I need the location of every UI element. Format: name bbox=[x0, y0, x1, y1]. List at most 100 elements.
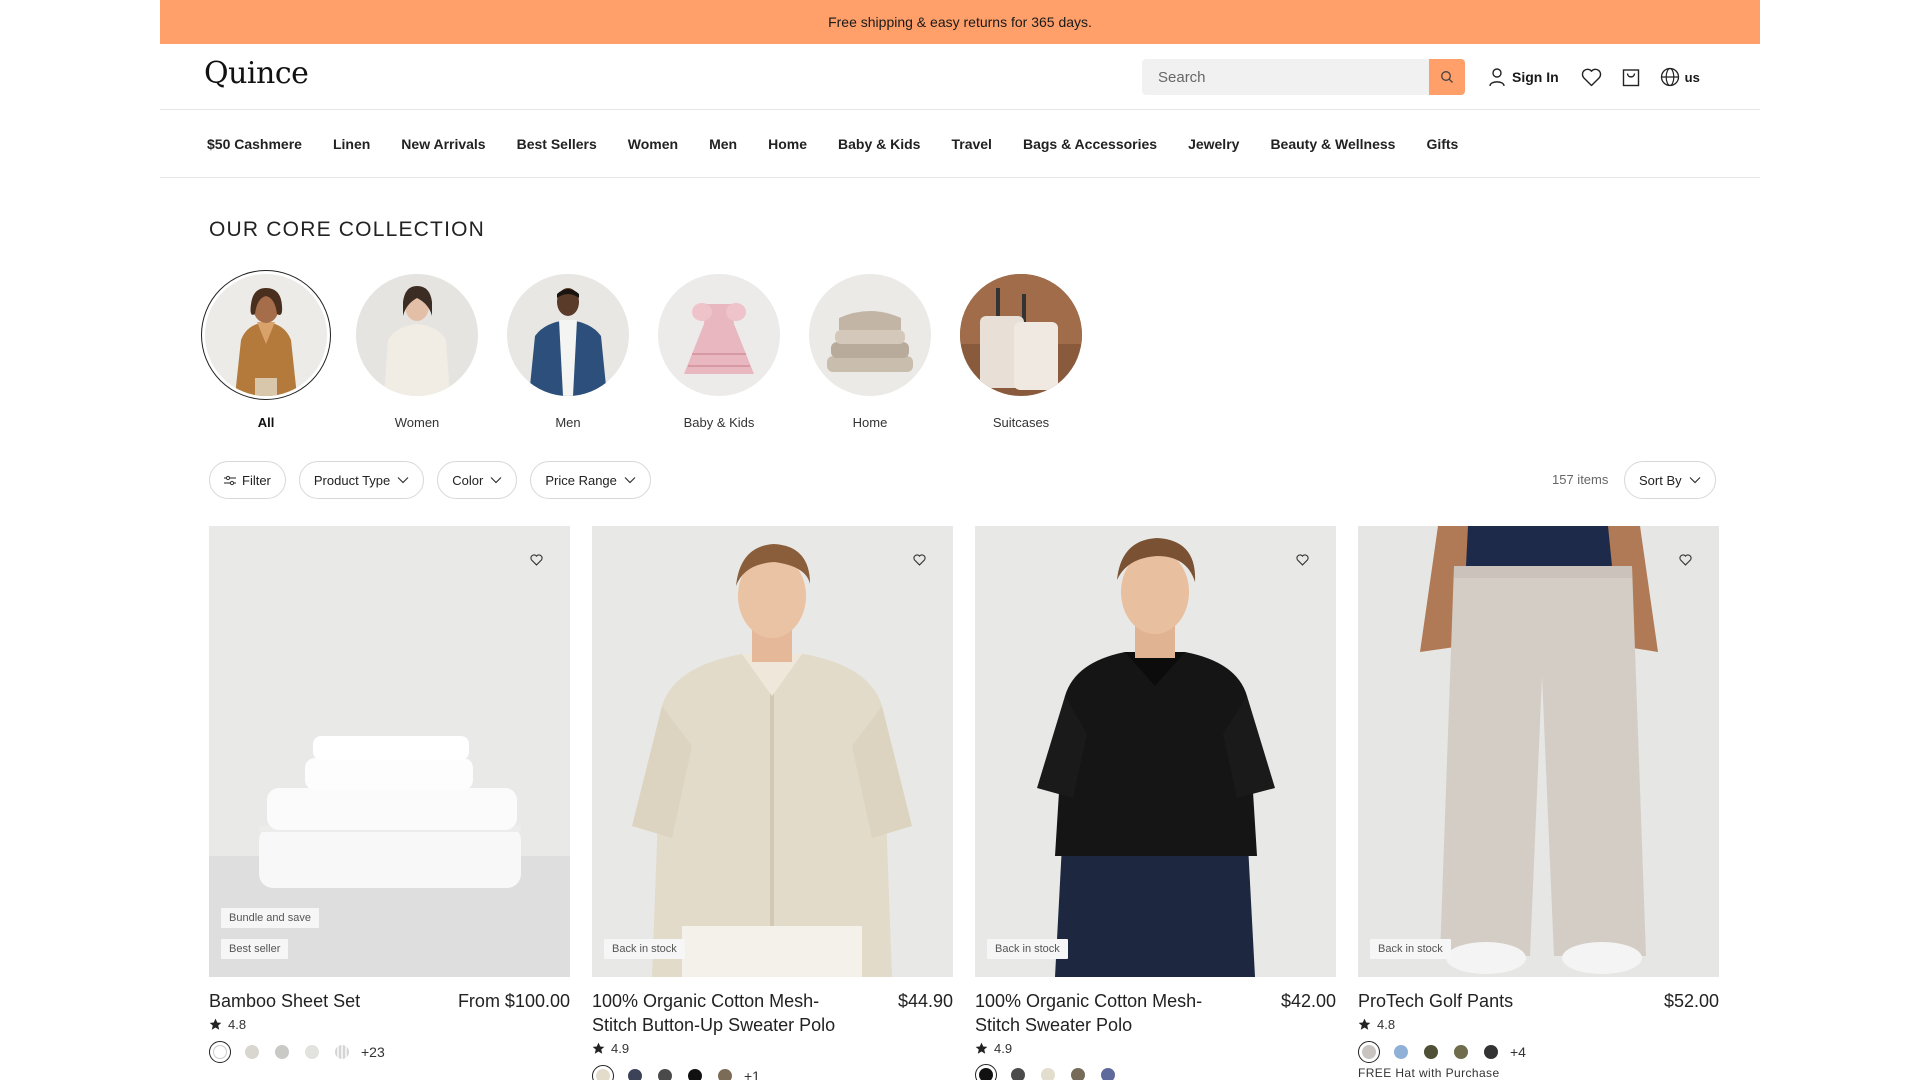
color-swatch[interactable] bbox=[1071, 1068, 1085, 1080]
category-label: Men bbox=[555, 415, 581, 430]
promo-text: Free shipping & easy returns for 365 day… bbox=[828, 14, 1092, 30]
product-name[interactable]: ProTech Golf Pants bbox=[1358, 989, 1628, 1013]
more-colors[interactable]: +23 bbox=[361, 1044, 385, 1060]
price-range-dropdown[interactable]: Price Range bbox=[530, 461, 651, 499]
nav-item-jewelry[interactable]: Jewelry bbox=[1188, 136, 1239, 152]
sign-in-label: Sign In bbox=[1512, 69, 1559, 85]
product-info: ProTech Golf Pants $52.00 4.8 +4 FREE Ha… bbox=[1358, 989, 1719, 1080]
color-swatch[interactable] bbox=[1358, 1041, 1380, 1063]
product-badge: Bundle and save bbox=[221, 908, 319, 928]
chevron-down-icon bbox=[397, 477, 409, 484]
product-image[interactable]: Back in stock bbox=[592, 526, 953, 977]
color-swatch[interactable] bbox=[1394, 1045, 1408, 1059]
nav-item-women[interactable]: Women bbox=[628, 136, 678, 152]
color-dropdown[interactable]: Color bbox=[437, 461, 518, 499]
color-swatch[interactable] bbox=[1424, 1045, 1438, 1059]
color-swatches bbox=[975, 1064, 1336, 1080]
color-swatch[interactable] bbox=[688, 1069, 702, 1080]
color-swatch[interactable] bbox=[209, 1041, 231, 1063]
category-image-baby-kids bbox=[658, 274, 780, 396]
nav-item-gifts[interactable]: Gifts bbox=[1426, 136, 1458, 152]
filter-label: Filter bbox=[242, 472, 271, 488]
color-swatch[interactable] bbox=[628, 1069, 642, 1080]
color-swatches: +1 bbox=[592, 1065, 953, 1080]
nav-item-linen[interactable]: Linen bbox=[333, 136, 370, 152]
nav-item-new-arrivals[interactable]: New Arrivals bbox=[401, 136, 485, 152]
product-card[interactable]: Back in stock ProTech Golf Pants $52.00 … bbox=[1358, 526, 1719, 1080]
wishlist-button[interactable] bbox=[1581, 68, 1602, 87]
more-colors[interactable]: +4 bbox=[1510, 1044, 1526, 1060]
color-swatch[interactable] bbox=[1454, 1045, 1468, 1059]
product-card[interactable]: Back in stock 100% Organic Cotton Mesh-S… bbox=[975, 526, 1336, 1080]
category-label: Suitcases bbox=[992, 415, 1050, 430]
product-price: From $100.00 bbox=[457, 991, 570, 1011]
product-image[interactable]: Back in stock bbox=[1358, 526, 1719, 977]
color-swatch[interactable] bbox=[718, 1069, 732, 1080]
product-type-dropdown[interactable]: Product Type bbox=[298, 461, 425, 499]
color-swatch[interactable] bbox=[1484, 1045, 1498, 1059]
nav-item-baby-kids[interactable]: Baby & Kids bbox=[838, 136, 920, 152]
main-nav: $50 Cashmere Linen New Arrivals Best Sel… bbox=[160, 111, 1760, 178]
product-card[interactable]: Back in stock 100% Organic Cotton Mesh-S… bbox=[592, 526, 953, 1080]
sign-in-button[interactable]: Sign In bbox=[1488, 67, 1559, 87]
items-count: 157 items bbox=[1552, 472, 1609, 487]
category-all[interactable]: All bbox=[201, 270, 331, 430]
search-icon bbox=[1441, 71, 1453, 83]
locale-label: us bbox=[1684, 69, 1700, 85]
product-card[interactable]: Bundle and save Best seller Bamboo Sheet… bbox=[209, 526, 570, 1080]
favorite-button[interactable] bbox=[1292, 550, 1312, 570]
product-image[interactable]: Back in stock bbox=[975, 526, 1336, 977]
color-swatch[interactable] bbox=[1041, 1068, 1055, 1080]
filter-button[interactable]: Filter bbox=[209, 461, 286, 499]
cart-button[interactable] bbox=[1622, 67, 1640, 87]
color-swatch[interactable] bbox=[975, 1064, 997, 1080]
bag-icon bbox=[1622, 69, 1639, 87]
product-name[interactable]: Bamboo Sheet Set bbox=[209, 989, 479, 1013]
product-badge: Best seller bbox=[221, 939, 289, 959]
nav-item-home[interactable]: Home bbox=[768, 136, 807, 152]
product-name[interactable]: 100% Organic Cotton Mesh-Stitch Sweater … bbox=[975, 989, 1245, 1037]
header-actions: Sign In us bbox=[1488, 65, 1700, 89]
sort-by-dropdown[interactable]: Sort By bbox=[1624, 461, 1716, 499]
logo[interactable]: Quince bbox=[204, 56, 309, 91]
favorite-button[interactable] bbox=[909, 550, 929, 570]
color-swatch[interactable] bbox=[245, 1045, 259, 1059]
product-name[interactable]: 100% Organic Cotton Mesh-Stitch Button-U… bbox=[592, 989, 862, 1037]
category-men[interactable]: Men bbox=[507, 274, 629, 430]
color-swatch[interactable] bbox=[335, 1045, 349, 1059]
favorite-button[interactable] bbox=[1675, 550, 1695, 570]
more-colors[interactable]: +1 bbox=[744, 1068, 760, 1080]
product-rating: 4.9 bbox=[975, 1041, 1336, 1056]
nav-item-best-sellers[interactable]: Best Sellers bbox=[517, 136, 597, 152]
nav-item-men[interactable]: Men bbox=[709, 136, 737, 152]
heart-icon bbox=[529, 554, 543, 566]
favorite-button[interactable] bbox=[526, 550, 546, 570]
locale-selector[interactable]: us bbox=[1660, 67, 1700, 87]
color-swatch[interactable] bbox=[275, 1045, 289, 1059]
product-image[interactable]: Bundle and save Best seller bbox=[209, 526, 570, 977]
color-swatch[interactable] bbox=[592, 1065, 614, 1080]
category-image-suitcases bbox=[960, 274, 1082, 396]
search-box bbox=[1142, 59, 1465, 95]
nav-item-cashmere[interactable]: $50 Cashmere bbox=[207, 136, 302, 152]
page: Free shipping & easy returns for 365 day… bbox=[0, 0, 1920, 1080]
site-header: Quince Sign In bbox=[160, 44, 1760, 110]
color-swatches: +23 bbox=[209, 1041, 570, 1063]
nav-item-travel[interactable]: Travel bbox=[951, 136, 991, 152]
color-swatch[interactable] bbox=[658, 1069, 672, 1080]
color-swatch[interactable] bbox=[305, 1045, 319, 1059]
product-badge: Back in stock bbox=[1370, 939, 1451, 959]
category-home[interactable]: Home bbox=[809, 274, 931, 430]
category-suitcases[interactable]: Suitcases bbox=[960, 274, 1082, 430]
color-swatch[interactable] bbox=[1011, 1068, 1025, 1080]
product-info: 100% Organic Cotton Mesh-Stitch Sweater … bbox=[975, 989, 1336, 1080]
nav-item-bags-accessories[interactable]: Bags & Accessories bbox=[1023, 136, 1157, 152]
category-women[interactable]: Women bbox=[356, 274, 478, 430]
search-button[interactable] bbox=[1429, 59, 1465, 95]
color-swatch[interactable] bbox=[1101, 1068, 1115, 1080]
search-input[interactable] bbox=[1142, 59, 1429, 95]
category-baby-kids[interactable]: Baby & Kids bbox=[658, 274, 780, 430]
nav-item-beauty-wellness[interactable]: Beauty & Wellness bbox=[1270, 136, 1395, 152]
color-swatches: +4 bbox=[1358, 1041, 1719, 1063]
star-icon bbox=[1358, 1018, 1371, 1030]
